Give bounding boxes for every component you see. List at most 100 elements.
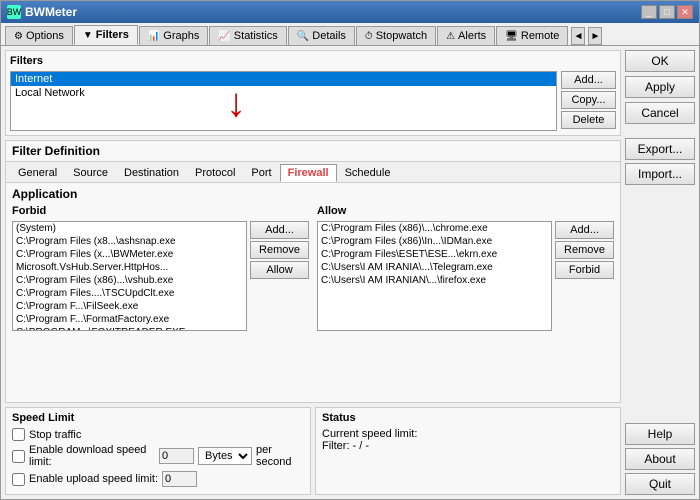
- filter-status: Filter: - / -: [322, 440, 614, 452]
- help-button[interactable]: Help: [625, 423, 695, 445]
- bottom-section: Speed Limit Stop traffic Enable download…: [5, 407, 621, 495]
- export-button[interactable]: Export...: [625, 138, 695, 160]
- tab-bar: ⚙ Options ▼ Filters 📊 Graphs 📈 Statistic…: [1, 23, 699, 46]
- list-item[interactable]: C:\Program Files (x86)...\vshub.exe: [13, 274, 246, 287]
- allow-list[interactable]: C:\Program Files (x86)\...\chrome.exe C:…: [317, 221, 552, 331]
- list-item[interactable]: C:\PROGRAM...\FOXITREADER.EXE: [13, 326, 246, 331]
- main-window: BW BWMeter _ □ ✕ ⚙ Options ▼ Filters 📊 G…: [0, 0, 700, 500]
- filter-item-local[interactable]: Local Network: [11, 86, 556, 100]
- forbid-title: Forbid: [12, 205, 309, 217]
- allow-button[interactable]: Allow: [250, 261, 309, 279]
- forbid-buttons: Add... Remove Allow: [250, 221, 309, 331]
- filters-buttons: Add... Copy... Delete: [561, 71, 616, 131]
- tab-alerts[interactable]: ⚠ Alerts: [437, 26, 495, 45]
- filter-item-internet[interactable]: Internet: [11, 72, 556, 86]
- current-speed-label: Current speed limit:: [322, 428, 614, 440]
- list-item[interactable]: C:\Users\I AM IRANIA\...\Telegram.exe: [318, 261, 551, 274]
- main-content: Filters Internet Local Network Add... Co…: [1, 46, 699, 499]
- app-columns: Forbid (System) C:\Program Files (x8...\…: [12, 205, 614, 331]
- import-button[interactable]: Import...: [625, 163, 695, 185]
- list-item[interactable]: C:\Program Files\ESET\ESE...\ekrn.exe: [318, 248, 551, 261]
- filter-tab-schedule[interactable]: Schedule: [337, 164, 399, 182]
- download-speed-label: Enable download speed limit:: [29, 444, 155, 468]
- tab-remote[interactable]: 🖥 Remote: [496, 26, 568, 45]
- application-title: Application: [12, 187, 614, 201]
- filter-add-button[interactable]: Add...: [561, 71, 616, 89]
- left-panel: Filters Internet Local Network Add... Co…: [5, 50, 621, 495]
- allow-list-container: C:\Program Files (x86)\...\chrome.exe C:…: [317, 221, 614, 331]
- download-unit-select[interactable]: Bytes: [198, 447, 252, 465]
- download-speed-checkbox[interactable]: [12, 450, 25, 463]
- status-section: Status Current speed limit: Filter: - / …: [315, 407, 621, 495]
- stop-traffic-checkbox[interactable]: [12, 428, 25, 441]
- forbid-action-button[interactable]: Forbid: [555, 261, 614, 279]
- list-item[interactable]: C:\Program Files (x86)\...\chrome.exe: [318, 222, 551, 235]
- forbid-list[interactable]: (System) C:\Program Files (x8...\ashsnap…: [12, 221, 247, 331]
- tab-graphs-label: Graphs: [163, 30, 199, 42]
- window-controls: _ □ ✕: [641, 5, 693, 19]
- filter-definition-title: Filter Definition: [6, 141, 620, 162]
- allow-buttons: Add... Remove Forbid: [555, 221, 614, 331]
- allow-remove-button[interactable]: Remove: [555, 241, 614, 259]
- tab-nav-right[interactable]: ►: [588, 27, 602, 45]
- tab-statistics-label: Statistics: [234, 30, 278, 42]
- tab-options[interactable]: ⚙ Options: [5, 26, 73, 45]
- filter-definition-section: Filter Definition General Source Destina…: [5, 140, 621, 403]
- download-speed-row: Enable download speed limit: Bytes per s…: [12, 444, 304, 468]
- quit-button[interactable]: Quit: [625, 473, 695, 495]
- forbid-add-button[interactable]: Add...: [250, 221, 309, 239]
- filter-tab-general[interactable]: General: [10, 164, 65, 182]
- application-section: Application Forbid (System) C:\Program F…: [6, 183, 620, 335]
- tab-stopwatch[interactable]: ⏱ Stopwatch: [356, 26, 436, 45]
- filter-tab-port[interactable]: Port: [243, 164, 279, 182]
- forbid-remove-button[interactable]: Remove: [250, 241, 309, 259]
- speed-limit-section: Speed Limit Stop traffic Enable download…: [5, 407, 311, 495]
- allow-add-button[interactable]: Add...: [555, 221, 614, 239]
- per-second-label: per second: [256, 444, 304, 468]
- list-item[interactable]: Microsoft.VsHub.Server.HttpHos...: [13, 261, 246, 274]
- list-item[interactable]: (System): [13, 222, 246, 235]
- status-title: Status: [322, 412, 614, 424]
- details-icon: 🔍: [297, 31, 309, 42]
- filter-tab-firewall[interactable]: Firewall: [280, 164, 337, 182]
- list-item[interactable]: C:\Program Files (x...\BWMeter.exe: [13, 248, 246, 261]
- apply-button[interactable]: Apply: [625, 76, 695, 98]
- list-item[interactable]: C:\Program Files (x8...\ashsnap.exe: [13, 235, 246, 248]
- about-button[interactable]: About: [625, 448, 695, 470]
- options-icon: ⚙: [14, 31, 23, 42]
- list-item[interactable]: C:\Program Files (x86)\In...\IDMan.exe: [318, 235, 551, 248]
- list-item[interactable]: C:\Program F...\FilSeek.exe: [13, 300, 246, 313]
- filter-tab-source[interactable]: Source: [65, 164, 116, 182]
- allow-title: Allow: [317, 205, 614, 217]
- list-item[interactable]: C:\Users\I AM IRANIAN\...\firefox.exe: [318, 274, 551, 287]
- stop-traffic-row: Stop traffic: [12, 428, 304, 441]
- filter-copy-button[interactable]: Copy...: [561, 91, 616, 109]
- maximize-button[interactable]: □: [659, 5, 675, 19]
- filters-row: Internet Local Network Add... Copy... De…: [10, 71, 616, 131]
- tab-filters[interactable]: ▼ Filters: [74, 25, 138, 45]
- minimize-button[interactable]: _: [641, 5, 657, 19]
- filter-tab-protocol[interactable]: Protocol: [187, 164, 243, 182]
- close-button[interactable]: ✕: [677, 5, 693, 19]
- tab-statistics[interactable]: 📈 Statistics: [209, 26, 286, 45]
- tab-alerts-label: Alerts: [458, 30, 486, 42]
- remote-icon: 🖥: [505, 31, 518, 42]
- filter-tab-destination[interactable]: Destination: [116, 164, 187, 182]
- filters-title: Filters: [10, 55, 616, 67]
- tab-nav-left[interactable]: ◄: [571, 27, 585, 45]
- list-item[interactable]: C:\Program F...\FormatFactory.exe: [13, 313, 246, 326]
- list-item[interactable]: C:\Program Files....\TSCUpdClt.exe: [13, 287, 246, 300]
- stop-traffic-label: Stop traffic: [29, 429, 81, 441]
- ok-button[interactable]: OK: [625, 50, 695, 72]
- tab-graphs[interactable]: 📊 Graphs: [139, 26, 209, 45]
- filter-delete-button[interactable]: Delete: [561, 111, 616, 129]
- tab-details[interactable]: 🔍 Details: [288, 26, 355, 45]
- filters-list[interactable]: Internet Local Network: [10, 71, 557, 131]
- statistics-icon: 📈: [218, 31, 230, 42]
- tab-stopwatch-label: Stopwatch: [376, 30, 427, 42]
- download-speed-input[interactable]: [159, 448, 194, 464]
- upload-speed-input[interactable]: [162, 471, 197, 487]
- cancel-button[interactable]: Cancel: [625, 102, 695, 124]
- upload-speed-checkbox[interactable]: [12, 473, 25, 486]
- upload-speed-row: Enable upload speed limit:: [12, 471, 304, 487]
